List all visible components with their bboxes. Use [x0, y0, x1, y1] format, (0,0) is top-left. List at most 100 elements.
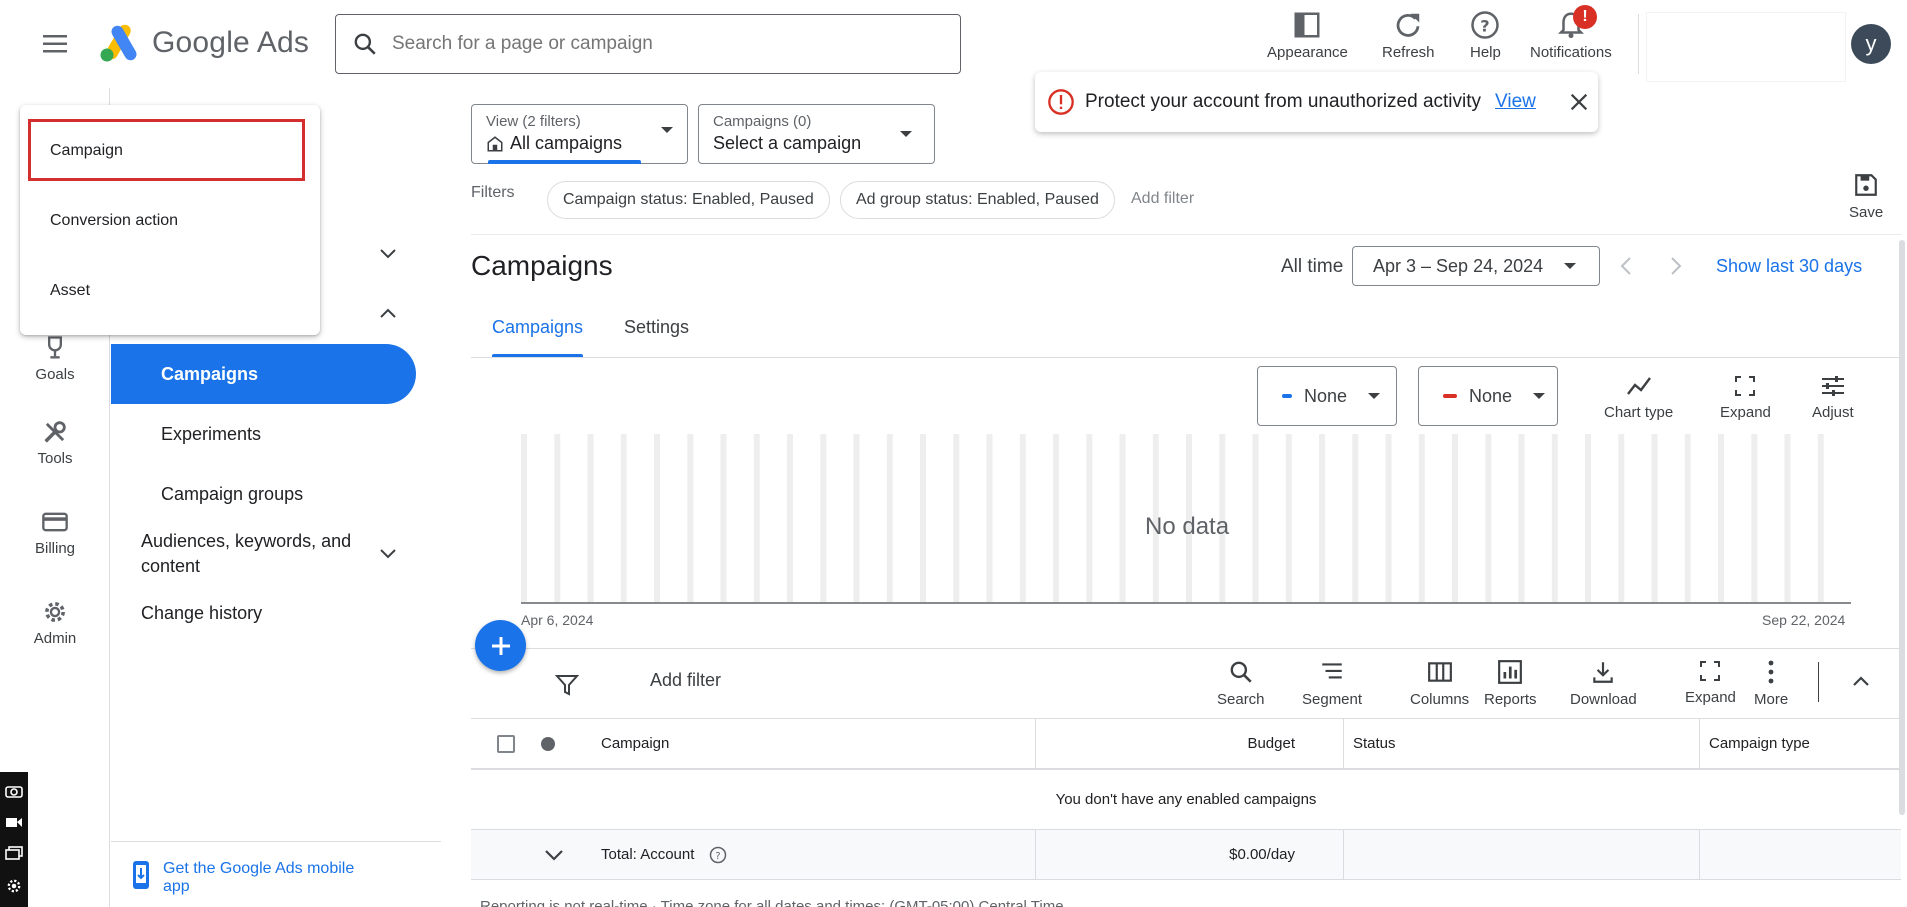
metric-2-value: None [1469, 385, 1513, 406]
metric-1-swatch [1282, 394, 1292, 398]
column-header-status[interactable]: Status [1353, 719, 1396, 768]
chevron-down-icon[interactable] [377, 546, 399, 560]
chevron-left-icon[interactable] [1616, 254, 1636, 278]
notifications-button[interactable]: Notifications [1530, 10, 1612, 61]
page-scrollbar[interactable] [1899, 240, 1905, 815]
chart-adjust-button[interactable]: Adjust [1812, 374, 1854, 421]
filter-chip-campaign-status[interactable]: Campaign status: Enabled, Paused [547, 181, 830, 219]
reports-button[interactable]: Reports [1484, 659, 1537, 708]
chevron-down-icon[interactable] [377, 246, 399, 260]
metric-1-value: None [1304, 385, 1348, 406]
campaign-selector[interactable]: Campaigns (0) Select a campaign [698, 104, 935, 164]
metric-2-swatch [1443, 394, 1457, 398]
search-bar[interactable] [335, 14, 961, 74]
empty-message: You don't have any enabled campaigns [1055, 791, 1317, 808]
chart-expand-button[interactable]: Expand [1720, 374, 1771, 421]
date-range-picker[interactable]: Apr 3 – Sep 24, 2024 [1352, 246, 1600, 286]
column-header-budget[interactable]: Budget [1035, 719, 1295, 768]
segment-button[interactable]: Segment [1302, 659, 1362, 708]
menu-item-conversion-action[interactable]: Conversion action [50, 212, 178, 230]
nav-item-campaign-groups[interactable]: Campaign groups [161, 484, 303, 505]
gear-icon [45, 602, 65, 622]
campaign-selector-value: Select a campaign [713, 133, 862, 153]
video-icon[interactable] [5, 815, 23, 829]
tab-campaigns[interactable]: Campaigns [492, 317, 583, 338]
menu-item-asset[interactable]: Asset [50, 282, 90, 300]
no-data-message: No data [1145, 513, 1230, 540]
metric-selector-2[interactable]: None [1418, 366, 1558, 426]
chart-gridline [1053, 434, 1059, 602]
rail-item-tools[interactable]: Tools [0, 418, 110, 467]
rail-item-goals[interactable]: Goals [0, 334, 110, 383]
alert-view-link[interactable]: View [1495, 91, 1536, 113]
chart-expand-label: Expand [1720, 404, 1771, 421]
search-input[interactable] [392, 33, 912, 55]
save-button[interactable]: Save [1849, 172, 1883, 221]
dropdown-arrow-icon [1368, 393, 1381, 399]
chart-type-button[interactable]: Chart type [1604, 374, 1673, 421]
table-search-button[interactable]: Search [1217, 659, 1265, 708]
table-expand-button[interactable]: Expand [1685, 659, 1736, 706]
dropdown-arrow-icon [1564, 263, 1577, 269]
filter-chip-ad-group-status[interactable]: Ad group status: Enabled, Paused [840, 181, 1115, 219]
campaigns-table: Campaign Budget Status Campaign type You… [471, 718, 1901, 880]
rail-item-admin[interactable]: Admin [0, 598, 110, 647]
chevron-up-icon[interactable] [377, 306, 399, 320]
total-budget: $0.00/day [1229, 846, 1295, 863]
show-last-30-days-link[interactable]: Show last 30 days [1716, 256, 1862, 277]
help-button[interactable]: ? Help [1470, 10, 1501, 61]
svg-text:?: ? [715, 850, 720, 861]
total-help-icon[interactable]: ? [709, 830, 727, 879]
collapse-icon[interactable] [1849, 673, 1873, 689]
chart-gridline [1019, 434, 1026, 602]
chart-line-icon [1626, 377, 1651, 395]
nav-item-experiments[interactable]: Experiments [161, 424, 261, 445]
tab-settings[interactable]: Settings [624, 317, 689, 338]
add-filter-link[interactable]: Add filter [1131, 190, 1194, 208]
camera-icon[interactable] [5, 784, 23, 799]
google-ads-logo[interactable]: Google Ads [98, 24, 309, 62]
page-title: Campaigns [471, 250, 613, 281]
chevron-right-icon[interactable] [1666, 254, 1686, 278]
more-vert-icon [1768, 660, 1774, 684]
create-fab-button[interactable] [475, 620, 526, 671]
mobile-app-link[interactable]: Get the Google Ads mobile app [163, 860, 363, 896]
columns-button[interactable]: Columns [1410, 659, 1469, 708]
chart-gridline [1285, 434, 1292, 602]
view-selector[interactable]: View (2 filters) All campaigns [471, 104, 688, 164]
refresh-button[interactable]: Refresh [1382, 10, 1435, 61]
windows-icon[interactable] [5, 846, 23, 860]
more-button[interactable]: More [1754, 659, 1788, 708]
close-icon[interactable] [1568, 91, 1590, 113]
table-add-filter[interactable]: Add filter [650, 670, 721, 691]
help-label: Help [1470, 44, 1501, 61]
rail-item-billing[interactable]: Billing [0, 508, 110, 557]
chart-type-label: Chart type [1604, 404, 1674, 421]
main-menu-button[interactable] [30, 26, 80, 62]
x-axis-start-label: Apr 6, 2024 [521, 612, 594, 628]
filter-icon[interactable] [555, 673, 579, 697]
account-selector[interactable] [1646, 12, 1846, 82]
chart-gridline [1418, 434, 1425, 602]
mobile-app-promo[interactable]: Get the Google Ads mobile app [111, 841, 441, 907]
hamburger-icon [43, 35, 67, 53]
chart-gridline [1385, 434, 1392, 602]
campaign-selector-label: Campaigns (0) [713, 113, 812, 130]
nav-item-audiences[interactable]: Audiences, keywords, and content [141, 529, 361, 579]
chart-gridline [521, 434, 527, 602]
avatar[interactable]: y [1851, 24, 1891, 64]
column-header-campaign-type[interactable]: Campaign type [1709, 719, 1810, 768]
select-all-checkbox[interactable] [497, 719, 515, 768]
nav-item-campaigns[interactable]: Campaigns [111, 344, 416, 404]
appearance-button[interactable]: Appearance [1267, 10, 1348, 61]
segment-label: Segment [1302, 691, 1363, 708]
column-header-campaign[interactable]: Campaign [601, 719, 669, 768]
expand-total-icon[interactable] [543, 830, 565, 879]
metric-selector-1[interactable]: None [1257, 366, 1397, 426]
download-button[interactable]: Download [1570, 659, 1637, 708]
chevron-down-icon[interactable] [543, 848, 565, 862]
dropdown-arrow-icon [900, 131, 912, 137]
nav-item-change-history[interactable]: Change history [141, 603, 262, 624]
menu-item-campaign[interactable]: Campaign [50, 142, 123, 160]
gear-icon[interactable] [5, 877, 23, 895]
